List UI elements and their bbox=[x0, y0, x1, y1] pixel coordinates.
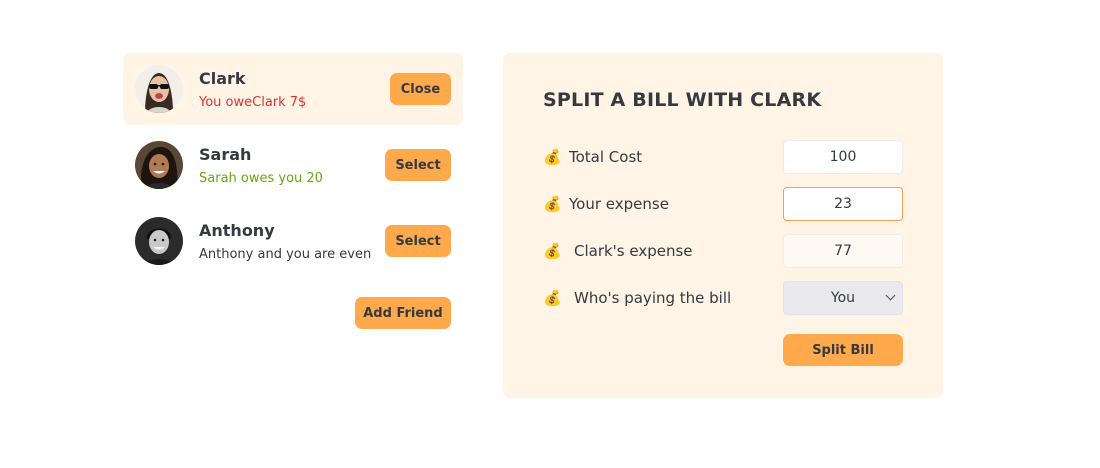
your-expense-label: 💰 Your expense bbox=[543, 195, 669, 213]
form-title: SPLIT A BILL WITH CLARK bbox=[543, 89, 822, 111]
friend-item-anthony: Anthony Anthony and you are even Select bbox=[123, 205, 463, 277]
friend-name: Clark bbox=[199, 69, 246, 88]
avatar-sarah bbox=[135, 141, 183, 189]
payer-row: 💰 Who's paying the bill You bbox=[543, 281, 903, 317]
friend-expense-row: 💰 Clark's expense bbox=[543, 234, 903, 270]
money-bag-icon: 💰 bbox=[543, 242, 562, 260]
friend-expense-input bbox=[783, 234, 903, 268]
split-bill-form: SPLIT A BILL WITH CLARK 💰 Total Cost 💰 Y… bbox=[503, 53, 943, 398]
payer-select[interactable]: You bbox=[783, 281, 903, 315]
friend-balance: Anthony and you are even bbox=[199, 247, 372, 262]
your-expense-row: 💰 Your expense bbox=[543, 187, 903, 223]
close-button[interactable]: Close bbox=[390, 73, 451, 105]
friend-item-clark: Clark You oweClark 7$ Close bbox=[123, 53, 463, 125]
friend-name: Sarah bbox=[199, 145, 252, 164]
friend-item-sarah: Sarah Sarah owes you 20 Select bbox=[123, 129, 463, 201]
friend-name: Anthony bbox=[199, 221, 275, 240]
payer-label-text: Who's paying the bill bbox=[574, 289, 732, 307]
payer-label: 💰 Who's paying the bill bbox=[543, 289, 731, 307]
money-bag-icon: 💰 bbox=[543, 148, 562, 166]
total-cost-label-text: Total Cost bbox=[569, 148, 643, 166]
add-friend-button[interactable]: Add Friend bbox=[355, 297, 451, 329]
total-cost-input[interactable] bbox=[783, 140, 903, 174]
total-cost-row: 💰 Total Cost bbox=[543, 140, 903, 176]
friend-expense-label-text: Clark's expense bbox=[574, 242, 693, 260]
money-bag-icon: 💰 bbox=[543, 195, 562, 213]
your-expense-label-text: Your expense bbox=[569, 195, 669, 213]
total-cost-label: 💰 Total Cost bbox=[543, 148, 642, 166]
friend-balance: You oweClark 7$ bbox=[199, 95, 307, 110]
avatar-clark bbox=[135, 65, 183, 113]
money-bag-icon: 💰 bbox=[543, 289, 562, 307]
friend-expense-label: 💰 Clark's expense bbox=[543, 242, 693, 260]
your-expense-input[interactable] bbox=[783, 187, 903, 221]
friends-list: Clark You oweClark 7$ Close Sarah Sarah … bbox=[123, 53, 463, 277]
select-button[interactable]: Select bbox=[385, 225, 451, 257]
avatar-anthony bbox=[135, 217, 183, 265]
friends-sidebar: Clark You oweClark 7$ Close Sarah Sarah … bbox=[123, 53, 463, 329]
select-button[interactable]: Select bbox=[385, 149, 451, 181]
split-bill-button[interactable]: Split Bill bbox=[783, 334, 903, 366]
friend-balance: Sarah owes you 20 bbox=[199, 171, 323, 186]
payer-select-value: You bbox=[830, 290, 856, 306]
